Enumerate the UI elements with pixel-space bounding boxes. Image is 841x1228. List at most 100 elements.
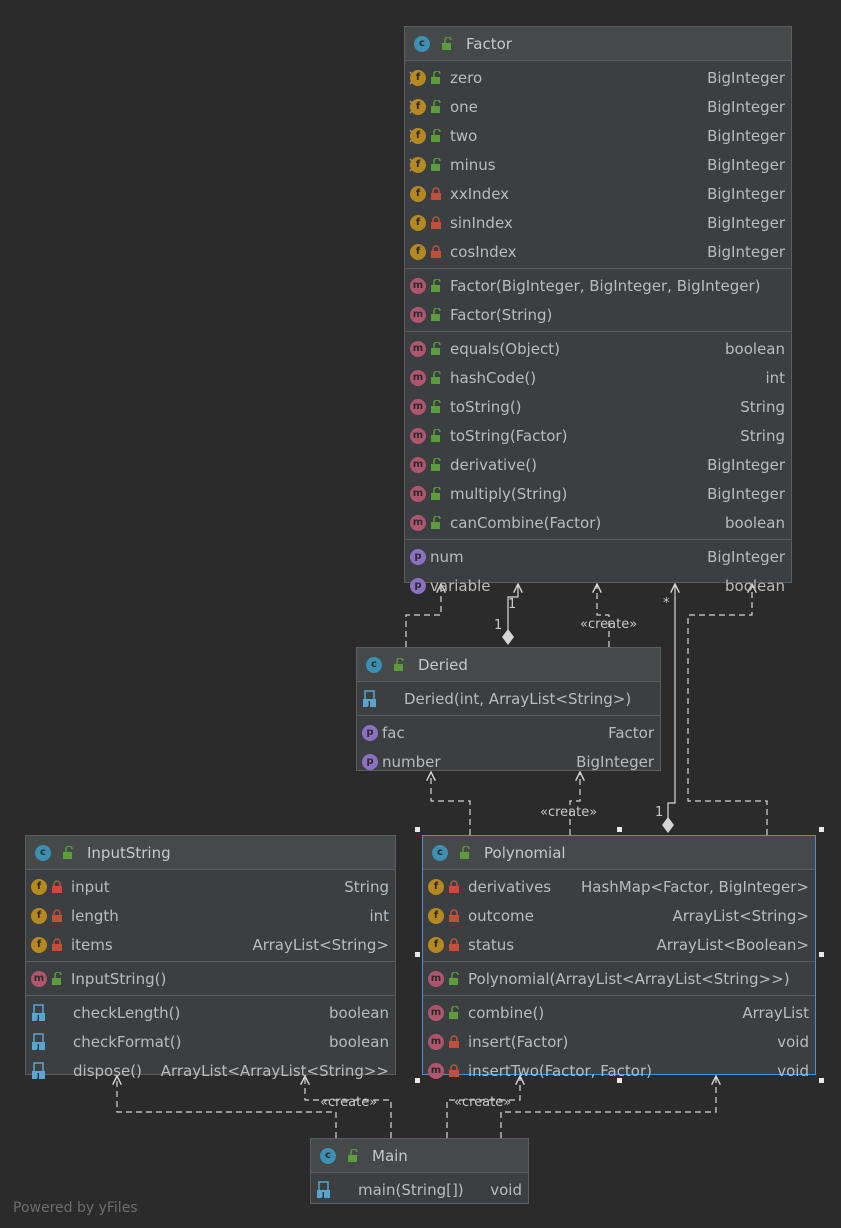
method-icon: m xyxy=(410,340,426,357)
member-type: BigInteger xyxy=(707,213,785,232)
static-method-icon: J xyxy=(31,1003,49,1022)
field-icon: f xyxy=(428,878,444,895)
method-row[interactable]: m insert(Factor) void xyxy=(423,1027,815,1056)
class-node-deried[interactable]: c Deried J Deried(int, ArrayList<String>)… xyxy=(356,647,661,771)
member-name: length xyxy=(71,906,119,925)
field-row[interactable]: f sinIndex BigInteger xyxy=(405,208,791,237)
selection-handle[interactable] xyxy=(819,952,824,957)
member-name: minus xyxy=(450,155,496,174)
method-row[interactable]: m combine() ArrayList xyxy=(423,998,815,1027)
class-node-factor[interactable]: c Factor f zero BigInteger f one BigInteger f t… xyxy=(404,26,792,595)
method-icon: m xyxy=(31,970,47,987)
member-name: dispose() xyxy=(73,1061,142,1080)
method-row[interactable]: m Factor(BigInteger, BigInteger, BigInteg… xyxy=(405,271,791,300)
member-name: num xyxy=(430,547,464,566)
method-row[interactable]: m Factor(String) xyxy=(405,300,791,329)
constructor-row[interactable]: J Deried(int, ArrayList<String>) xyxy=(357,684,660,713)
class-node-inputstring[interactable]: c InputString f input String f length int f ite… xyxy=(25,835,396,1080)
method-row[interactable]: m hashCode() int xyxy=(405,363,791,392)
selection-handle[interactable] xyxy=(415,1078,420,1083)
locked-icon xyxy=(430,215,442,230)
field-row[interactable]: f cosIndex BigInteger xyxy=(405,237,791,266)
property-icon: p xyxy=(410,577,426,594)
unlocked-icon xyxy=(430,340,442,356)
class-header[interactable]: c Deried xyxy=(357,648,660,682)
selection-handle[interactable] xyxy=(819,1078,824,1083)
member-type: void xyxy=(777,1032,809,1051)
constructors-section: m Polynomial(ArrayList<ArrayList<String>>… xyxy=(423,961,815,995)
member-name: cosIndex xyxy=(450,242,517,261)
class-header[interactable]: c Main xyxy=(311,1139,528,1173)
member-type: BigInteger xyxy=(707,97,785,116)
method-row[interactable]: m InputString() xyxy=(26,964,395,993)
static-method-row[interactable]: Jmain(String[]) void xyxy=(311,1175,528,1204)
class-header[interactable]: c InputString xyxy=(26,836,395,870)
field-row[interactable]: f input String xyxy=(26,872,395,901)
class-name: Main xyxy=(372,1146,408,1165)
selection-handle[interactable] xyxy=(415,827,420,832)
method-row[interactable]: m Polynomial(ArrayList<ArrayList<String>>… xyxy=(423,964,815,993)
member-type: boolean xyxy=(725,339,785,358)
member-type: Factor xyxy=(608,723,654,742)
field-row[interactable]: f one BigInteger xyxy=(405,92,791,121)
static-method-row[interactable]: Jdispose() ArrayList<ArrayList<String>> xyxy=(26,1056,395,1085)
fields-section: f input String f length int f items ArrayList<St… xyxy=(26,870,395,961)
field-row[interactable]: f status ArrayList<Boolean> xyxy=(423,930,815,959)
static-method-row[interactable]: JcheckFormat() boolean xyxy=(26,1027,395,1056)
member-type: int xyxy=(369,906,389,925)
member-name: main(String[]) xyxy=(358,1180,464,1199)
static-methods-section: JcheckLength() boolean JcheckFormat() boole… xyxy=(26,995,395,1087)
field-row[interactable]: f length int xyxy=(26,901,395,930)
field-row[interactable]: f zero BigInteger xyxy=(405,63,791,92)
member-name: toString() xyxy=(450,397,522,416)
field-row[interactable]: f derivatives HashMap<Factor, BigInteger> xyxy=(423,872,815,901)
selection-handle[interactable] xyxy=(617,827,622,832)
unlocked-icon xyxy=(430,156,442,172)
member-type: String xyxy=(344,877,389,896)
member-type: BigInteger xyxy=(707,155,785,174)
member-name: equals(Object) xyxy=(450,339,560,358)
field-row[interactable]: f minus BigInteger xyxy=(405,150,791,179)
selection-handle[interactable] xyxy=(415,952,420,957)
unlocked-icon xyxy=(430,69,442,85)
field-row[interactable]: f two BigInteger xyxy=(405,121,791,150)
static-method-row[interactable]: JcheckLength() boolean xyxy=(26,998,395,1027)
field-row[interactable]: f outcome ArrayList<String> xyxy=(423,901,815,930)
property-row[interactable]: p number BigInteger xyxy=(357,747,660,776)
method-row[interactable]: m equals(Object) boolean xyxy=(405,334,791,363)
member-name: insertTwo(Factor, Factor) xyxy=(468,1061,652,1080)
method-row[interactable]: m multiply(String) BigInteger xyxy=(405,479,791,508)
member-type: String xyxy=(740,397,785,416)
class-header[interactable]: c Factor xyxy=(405,27,791,61)
methods-section: m equals(Object) boolean m hashCode() int m toS… xyxy=(405,331,791,539)
class-node-main[interactable]: c Main Jmain(String[]) void xyxy=(310,1138,529,1204)
member-type: boolean xyxy=(725,576,785,595)
class-node-polynomial[interactable]: c Polynomial f derivatives HashMap<Factor,… xyxy=(422,835,816,1080)
field-icon: f xyxy=(31,936,47,953)
edge-polynomial-deried-create xyxy=(569,772,580,835)
class-name: Deried xyxy=(418,655,468,674)
method-icon: m xyxy=(410,277,426,294)
method-row[interactable]: m derivative() BigInteger xyxy=(405,450,791,479)
svg-text:J: J xyxy=(36,1043,40,1051)
edge-polynomial-factor-agg xyxy=(667,584,675,819)
property-row[interactable]: p fac Factor xyxy=(357,718,660,747)
property-row[interactable]: p variable boolean xyxy=(405,571,791,600)
unlocked-icon xyxy=(430,98,442,114)
unlocked-icon xyxy=(430,306,442,322)
class-header[interactable]: c Polynomial xyxy=(423,836,815,870)
field-icon: f xyxy=(410,214,426,231)
method-row[interactable]: m toString(Factor) String xyxy=(405,421,791,450)
field-row[interactable]: f items ArrayList<String> xyxy=(26,930,395,959)
selection-handle[interactable] xyxy=(617,1078,622,1083)
field-icon: f xyxy=(410,185,426,202)
property-row[interactable]: p num BigInteger xyxy=(405,542,791,571)
field-icon: f xyxy=(409,156,426,173)
unlocked-icon xyxy=(430,369,442,385)
unlocked-icon xyxy=(430,398,442,414)
field-row[interactable]: f xxIndex BigInteger xyxy=(405,179,791,208)
method-row[interactable]: m canCombine(Factor) boolean xyxy=(405,508,791,537)
locked-icon xyxy=(51,908,63,923)
method-row[interactable]: m toString() String xyxy=(405,392,791,421)
selection-handle[interactable] xyxy=(819,827,824,832)
